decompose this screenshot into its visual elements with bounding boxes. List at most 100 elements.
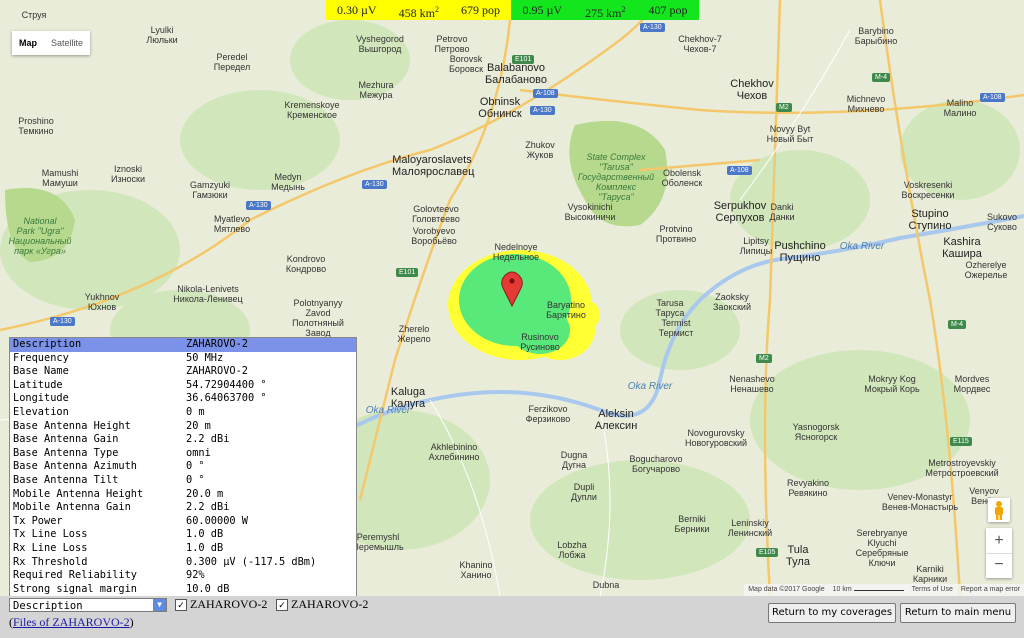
place-label: Myatlevo Мятлево	[213, 214, 251, 234]
files-link-wrapper: (Files of ZAHAROVO-2)	[9, 615, 134, 629]
place-label: Mamushi Мамуши	[41, 168, 79, 188]
info-value: 92%	[186, 569, 205, 582]
place-label: Protvino Протвино	[655, 224, 697, 244]
road-shield: E115	[950, 437, 972, 446]
coverage-legend-weak: 0.30 µV 458 km2 679 pop	[326, 0, 511, 20]
info-value: 60.00000 W	[186, 514, 248, 527]
place-label: Sukovo Суково	[986, 212, 1018, 232]
place-label: Chekhov-7 Чехов-7	[678, 34, 722, 54]
road-shield: E101	[396, 268, 419, 277]
zoom-control: + −	[986, 528, 1012, 578]
legend-pop: 679 pop	[460, 3, 500, 17]
info-value: 10.0 dB	[186, 582, 230, 595]
info-key: Frequency	[13, 351, 69, 364]
info-value: 0 °	[186, 460, 205, 473]
place-label: Zherelo Жерело	[397, 324, 431, 344]
info-value: 54.72904400 °	[186, 378, 267, 391]
place-label: Bogucharovo Богучарово	[629, 454, 683, 474]
place-label: Gamzyuki Гамзюки	[189, 180, 230, 200]
info-row: Mobile Antenna Height 20.0 m	[10, 488, 356, 502]
info-key: Required Reliability	[13, 569, 137, 582]
place-label: Metrostroyevskiy Метростроевский	[925, 458, 999, 478]
map-type-satellite-button[interactable]: Satellite	[44, 31, 90, 55]
info-value: 2.2 dBi	[186, 433, 230, 446]
info-key: Mobile Antenna Height	[13, 487, 144, 500]
info-key: Rx Threshold	[13, 555, 88, 568]
place-label: Akhlebinino Ахлебинино	[428, 442, 480, 462]
info-value: 1.0 dB	[186, 528, 224, 541]
return-to-main-menu-button[interactable]: Return to main menu	[900, 603, 1016, 623]
info-key: Base Antenna Azimuth	[13, 460, 137, 473]
info-key: Elevation	[13, 405, 69, 418]
info-key: Base Antenna Type	[13, 446, 119, 459]
return-to-coverages-button[interactable]: Return to my coverages	[768, 603, 896, 623]
legend-pop: 407 pop	[648, 3, 688, 17]
place-label: Polotnyanyy Zavod Полотняный Завод	[292, 298, 344, 338]
place-label: Dubna	[592, 580, 620, 590]
info-key: Strong signal margin	[13, 582, 137, 595]
info-row: Latitude 54.72904400 °	[10, 379, 356, 393]
zoom-out-button[interactable]: −	[986, 554, 1012, 578]
road-shield: M2	[776, 103, 792, 112]
road-shield: M-4	[948, 320, 967, 329]
info-row: Tx Line Loss 1.0 dB	[10, 528, 356, 542]
place-label: Vysokinichi Высокиничи	[564, 202, 616, 222]
info-value: 0.300 µV (-117.5 dBm)	[186, 555, 317, 568]
info-value: 2.2 dBi	[186, 501, 230, 514]
info-value: ZAHAROVO-2	[186, 365, 248, 378]
info-row: Description ZAHAROVO-2	[10, 338, 356, 352]
info-value: 20.0 m	[186, 487, 224, 500]
map-attribution: Map data ©2017 Google 10 km Terms of Use…	[744, 584, 1024, 596]
place-label: Novyy Byt Новый Быт	[766, 124, 814, 144]
files-link[interactable]: Files of ZAHAROVO-2	[13, 615, 130, 629]
map-type-map-button[interactable]: Map	[12, 31, 44, 55]
info-value: omni	[186, 446, 211, 459]
coverage-checkbox-1[interactable]: ✓ ZAHAROVO-2	[175, 597, 267, 612]
info-key: Base Name	[13, 365, 69, 378]
place-label: Mokryy Kog Мокрый Корь	[864, 374, 920, 394]
street-view-pegman-icon[interactable]	[988, 498, 1010, 522]
place-label: Mezhura Межура	[358, 80, 394, 100]
place-label: Kondrovo Кондрово	[285, 254, 327, 274]
place-label: Lobzha Лобжа	[557, 540, 587, 560]
chevron-down-icon[interactable]: ▼	[153, 599, 166, 611]
road-shield: A-108	[727, 166, 752, 175]
place-label: Danki Данки	[769, 202, 795, 222]
river-label: Oka River	[839, 241, 885, 252]
map-scale: 10 km	[833, 584, 904, 596]
info-value: 36.64063700 °	[186, 392, 267, 405]
legend-area: 458 km2	[398, 5, 439, 20]
map-data-credit: Map data ©2017 Google	[748, 586, 825, 593]
legend-area: 275 km2	[585, 5, 626, 20]
place-label: Stupino Ступино	[908, 208, 952, 232]
place-label: Baryatino Барятино	[546, 300, 586, 320]
info-key: Base Antenna Gain	[13, 433, 119, 446]
place-label: Medyn Медынь	[271, 172, 305, 192]
info-row: Base Antenna Azimuth 0 °	[10, 460, 356, 474]
river-label: Oka River	[627, 381, 673, 392]
road-shield: A-130	[246, 201, 271, 210]
place-label: Nikola-Lenivets Никола-Ленивец	[173, 284, 243, 304]
checkbox-checked-icon[interactable]: ✓	[175, 598, 187, 611]
place-label: Revyakino Ревякино	[786, 478, 830, 498]
coverage-checkbox-2[interactable]: ✓ ZAHAROVO-2	[276, 597, 368, 612]
report-error-link[interactable]: Report a map error	[961, 584, 1020, 596]
zoom-in-button[interactable]: +	[986, 528, 1012, 554]
road-shield: M2	[756, 354, 772, 363]
coverage-legend-strong: 0.95 µV 275 km2 407 pop	[511, 0, 699, 20]
legend-signal: 0.30 µV	[337, 3, 377, 17]
info-value: 0 °	[186, 473, 205, 486]
terms-link[interactable]: Terms of Use	[912, 584, 953, 596]
info-row: Required Reliability 92%	[10, 569, 356, 583]
checkbox-checked-icon[interactable]: ✓	[276, 598, 288, 611]
place-label: Vorobyevo Воробьёво	[411, 226, 457, 246]
place-label: Proshino Темкино	[18, 116, 54, 136]
river-label: Oka River	[365, 405, 411, 416]
place-label: Mordves Мордвес	[953, 374, 991, 394]
info-key: Mobile Antenna Gain	[13, 501, 131, 514]
info-value: ZAHAROVO-2	[186, 338, 248, 350]
place-label: Yasnogorsk Ясногорск	[792, 422, 840, 442]
info-value: 1.0 dB	[186, 541, 224, 554]
field-select[interactable]: Description ▼	[9, 598, 167, 612]
info-key: Rx Line Loss	[13, 541, 88, 554]
